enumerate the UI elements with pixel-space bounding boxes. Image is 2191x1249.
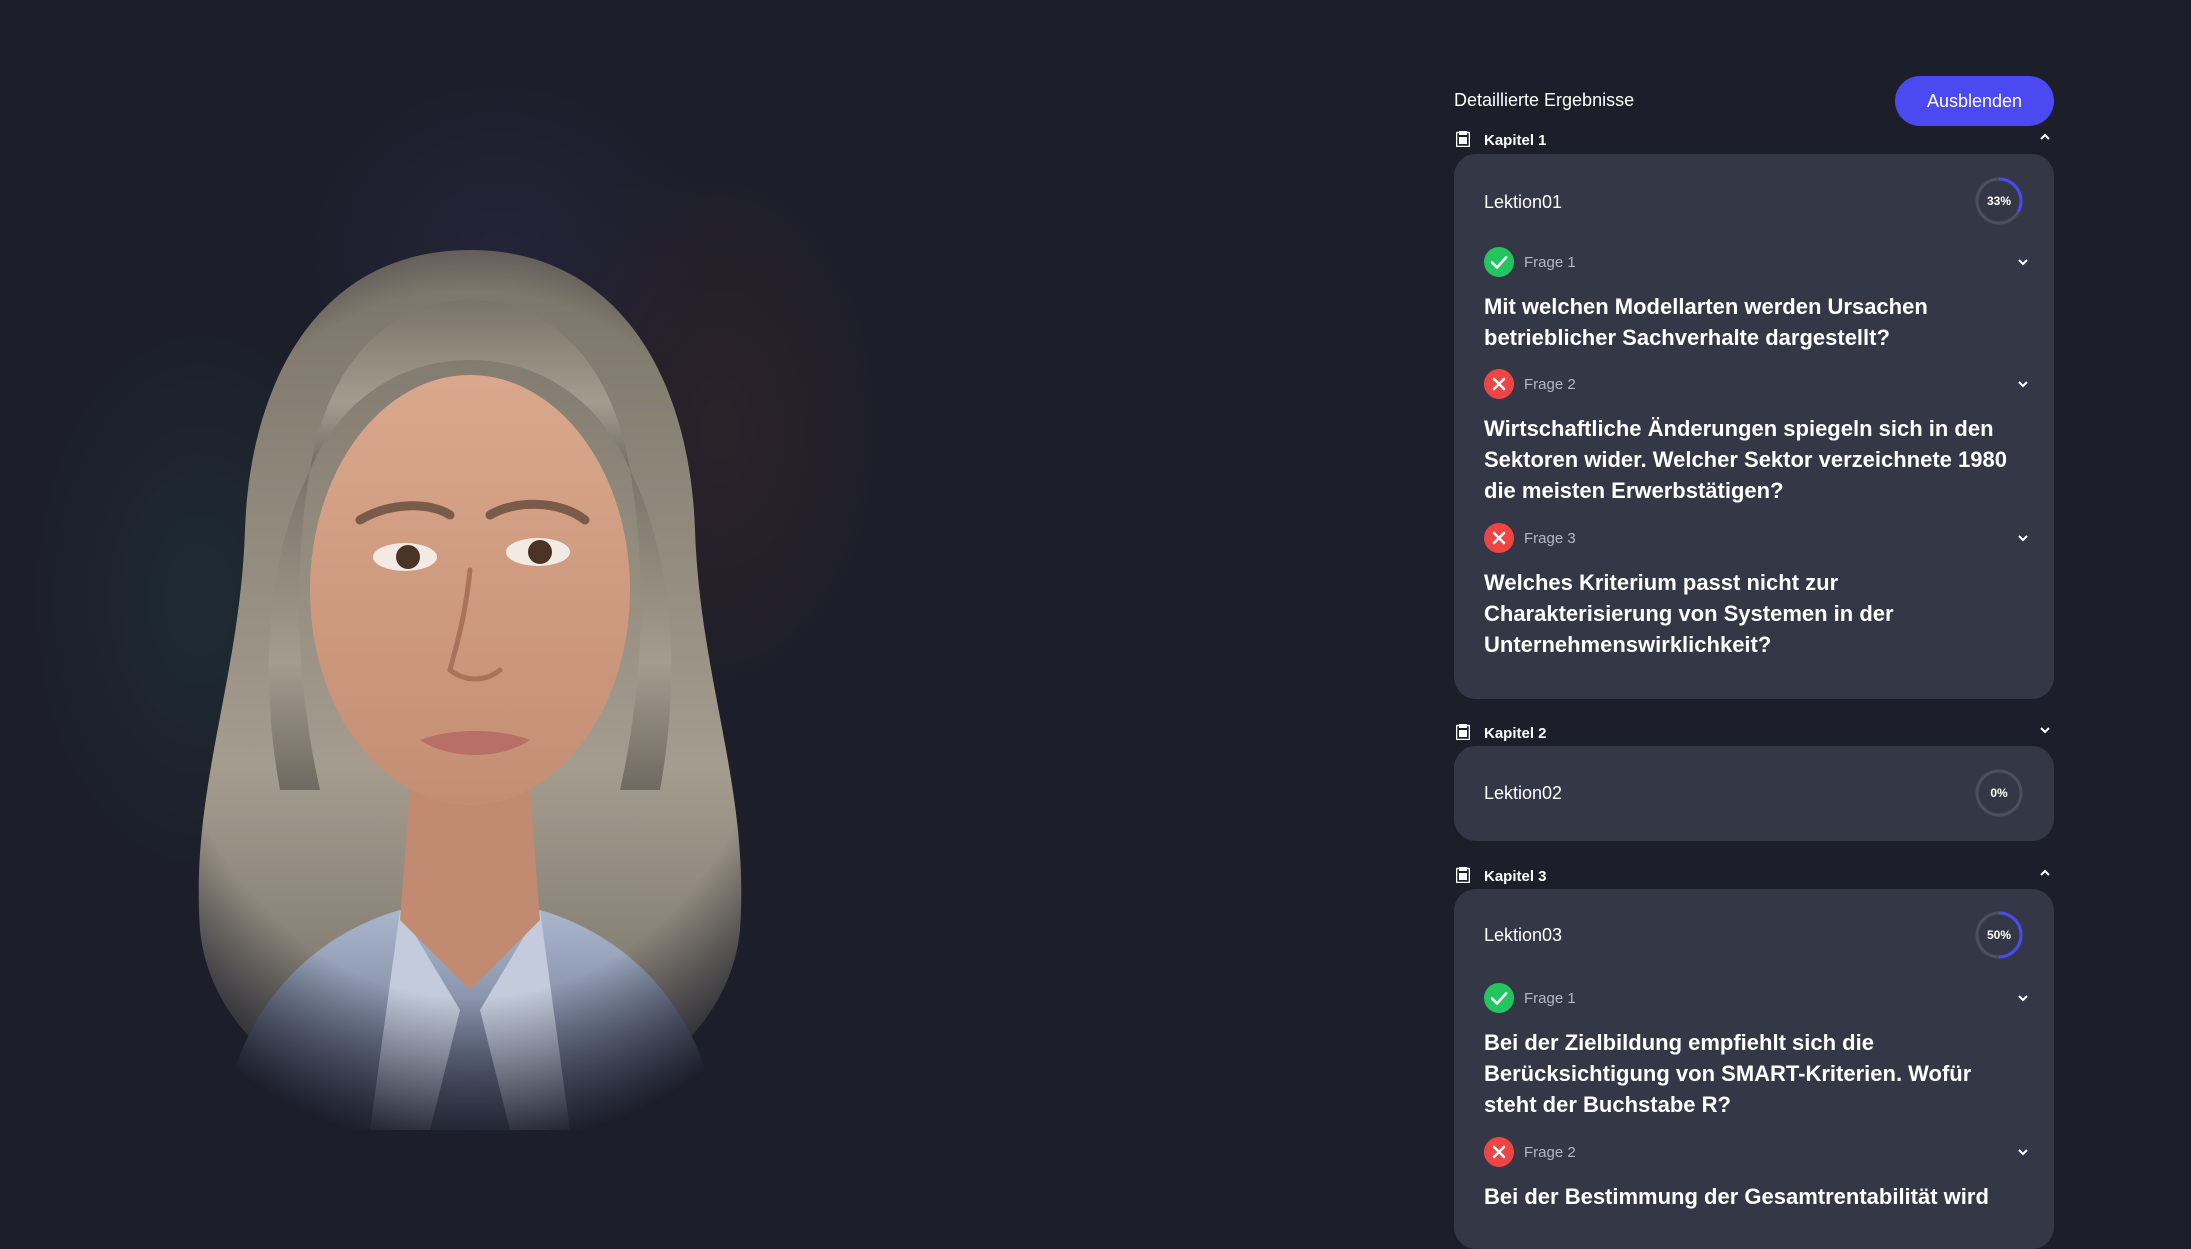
progress-text: 0% (1990, 786, 2008, 800)
question-text: Bei der Bestimmung der Gesamtrentabilitä… (1484, 1184, 1989, 1209)
chevron-down-icon[interactable] (2038, 723, 2052, 737)
question-label: Frage 2 (1524, 376, 1576, 393)
check-circle-icon (1484, 247, 1514, 277)
lesson-card-2: Lektion02 0% (1454, 746, 2054, 841)
lesson-title: Lektion02 (1484, 783, 1563, 803)
progress-ring: 0% (1974, 768, 2024, 818)
chevron-down-icon[interactable] (2016, 991, 2030, 1005)
presenter-avatar (198, 250, 742, 1130)
chevron-down-icon[interactable] (2016, 1145, 2030, 1159)
chevron-up-icon[interactable] (2038, 866, 2052, 880)
chapter-header-2[interactable]: Kapitel 2 (1454, 722, 2054, 746)
chapter-label: Kapitel 1 (1484, 132, 1547, 149)
lesson-card-3: Lektion03 50% Frage 1 Bei der Zielbildun… (1454, 889, 2054, 1249)
lesson-title: Lektion03 (1484, 925, 1563, 945)
chapter-header-1[interactable]: Kapitel 1 (1454, 129, 2054, 153)
question-label: Frage 1 (1524, 254, 1576, 271)
book-icon (1456, 131, 1470, 147)
book-icon (1456, 724, 1470, 740)
results-panel: Detaillierte Ergebnisse Ausblenden Kapit… (1454, 0, 2054, 1249)
question-text: Welches Kriterium passt nicht zur Charak… (1484, 570, 1894, 657)
lesson-card-1: Lektion01 33% Frage 1 Mit welchen Modell… (1454, 154, 2054, 699)
question-label: Frage 2 (1524, 1144, 1576, 1161)
panel-header: Detaillierte Ergebnisse Ausblenden (1454, 76, 2054, 126)
avatar-stage (0, 0, 1000, 1218)
progress-text: 50% (1986, 928, 2012, 942)
progress-ring: 50% (1974, 910, 2024, 960)
panel-title: Detaillierte Ergebnisse (1454, 90, 1635, 110)
question-text: Wirtschaftliche Änderungen spiegeln sich… (1484, 416, 2007, 503)
x-circle-icon (1484, 1137, 1514, 1167)
lesson-title: Lektion01 (1484, 192, 1563, 212)
chapter-label: Kapitel 2 (1484, 725, 1547, 742)
book-icon (1456, 867, 1470, 883)
chevron-up-icon[interactable] (2038, 130, 2052, 144)
chapter-label: Kapitel 3 (1484, 868, 1547, 885)
x-circle-icon (1484, 369, 1514, 399)
check-circle-icon (1484, 983, 1514, 1013)
hide-button[interactable]: Ausblenden (1895, 76, 2054, 126)
question-label: Frage 3 (1524, 530, 1576, 547)
chevron-down-icon[interactable] (2016, 255, 2030, 269)
chevron-down-icon[interactable] (2016, 531, 2030, 545)
chapter-header-3[interactable]: Kapitel 3 (1454, 865, 2054, 889)
progress-text: 33% (1986, 194, 2012, 208)
chevron-down-icon[interactable] (2016, 377, 2030, 391)
question-text: Bei der Zielbildung empfiehlt sich die B… (1484, 1030, 1972, 1117)
question-label: Frage 1 (1524, 990, 1576, 1007)
question-text: Mit welchen Modellarten werden Ursachen … (1484, 294, 1928, 350)
progress-ring: 33% (1974, 176, 2024, 226)
x-circle-icon (1484, 523, 1514, 553)
